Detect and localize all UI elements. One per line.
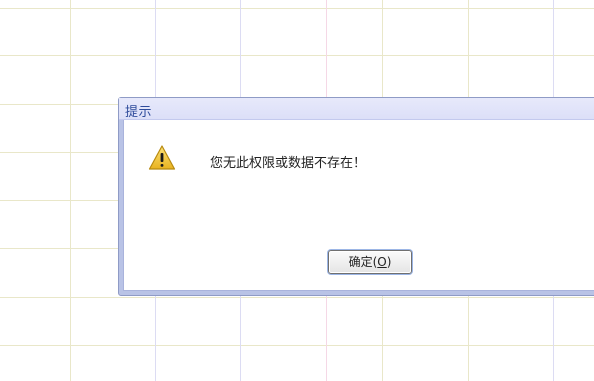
dialog-message: 您无此权限或数据不存在！ (210, 156, 367, 171)
ok-button-label: 确定(O) (348, 255, 392, 269)
ok-button[interactable]: 确定(O) (328, 250, 412, 274)
dialog-body: 您无此权限或数据不存在！ 确定(O) (123, 120, 594, 291)
warning-icon (148, 144, 176, 172)
dialog-title-bar[interactable]: 提示 (119, 98, 594, 120)
alert-dialog: 提示 您无此权限或数据不存在！ 确定(O) (118, 97, 594, 296)
dialog-title: 提示 (125, 105, 153, 120)
